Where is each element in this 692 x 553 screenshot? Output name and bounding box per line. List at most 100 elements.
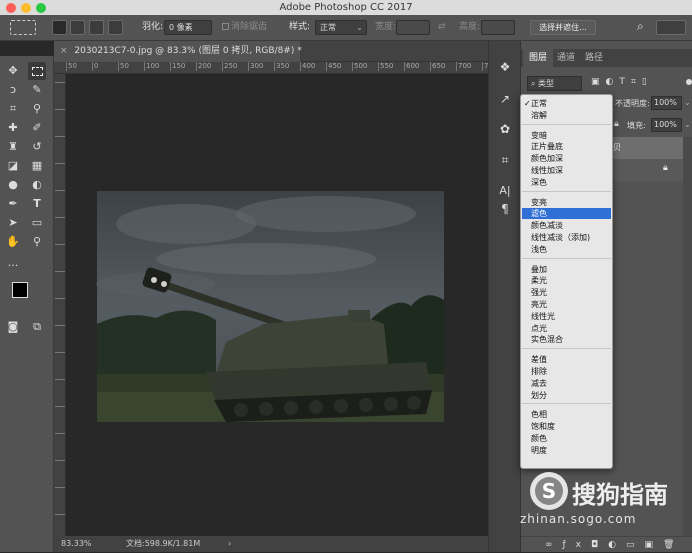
opacity-input[interactable]: 100% — [651, 96, 682, 110]
history-brush-tool-icon[interactable]: ↺ — [28, 138, 46, 156]
close-tab-icon[interactable]: × — [60, 46, 68, 56]
fill-input[interactable]: 100% — [651, 118, 682, 132]
gradient-tool-icon[interactable]: ▦ — [28, 157, 46, 175]
blend-mode-item[interactable]: 颜色 — [531, 433, 547, 444]
blend-mode-item[interactable]: 划分 — [531, 390, 547, 401]
feather-input[interactable]: 0 像素 — [164, 20, 212, 35]
style-select[interactable]: 正常 ⌄ — [315, 20, 367, 35]
crop-tool-icon[interactable]: ⌗ — [4, 100, 22, 118]
select-and-mask-button[interactable]: 选择并遮住... — [530, 20, 596, 35]
close-window-button[interactable] — [6, 3, 16, 13]
eyedropper-tool-icon[interactable]: ⚲ — [28, 100, 46, 118]
blend-mode-item[interactable]: 减去 — [531, 378, 547, 389]
blend-mode-item[interactable]: 颜色加深 — [531, 153, 563, 164]
zoom-window-button[interactable] — [36, 3, 46, 13]
rectangle-tool-icon[interactable]: ▭ — [28, 214, 46, 232]
blend-mode-item[interactable]: 线性加深 — [531, 165, 563, 176]
dodge-tool-icon[interactable]: ◐ — [28, 176, 46, 194]
layer-filter-icons[interactable]: ▣◐T⌗▯ — [591, 77, 653, 87]
blend-mode-item[interactable]: 强光 — [531, 287, 547, 298]
minimize-window-button[interactable] — [21, 3, 31, 13]
blend-mode-item[interactable]: 变暗 — [531, 130, 547, 141]
blend-mode-item[interactable]: 浅色 — [531, 244, 547, 255]
ruler-mark: 100 — [144, 62, 160, 71]
antialias-checkbox[interactable]: 消除锯齿 — [222, 20, 267, 35]
blend-mode-item[interactable]: 明度 — [531, 445, 547, 456]
quick-mask-icon[interactable]: ◙ — [4, 318, 22, 336]
blur-tool-icon[interactable]: ● — [4, 176, 22, 194]
styles-panel-icon[interactable]: ✿ — [497, 121, 513, 137]
blend-mode-item[interactable]: 色相 — [531, 409, 547, 420]
blend-mode-item[interactable]: 叠加 — [531, 264, 547, 275]
marquee-preset-icon[interactable] — [10, 20, 36, 35]
canvas-area[interactable] — [66, 74, 488, 536]
screen-mode-icon[interactable]: ⧉ — [28, 318, 46, 336]
color-panel-icon[interactable]: ❖ — [497, 59, 513, 75]
filter-toggle-icon[interactable] — [686, 79, 692, 85]
status-menu-arrow[interactable]: › — [228, 536, 231, 552]
workspace-switcher[interactable] — [656, 20, 686, 35]
intersect-selection-icon[interactable] — [108, 20, 123, 35]
blend-mode-menu[interactable]: 正常 ✓ 溶解 变暗 正片叠底 颜色加深 线性加深 深色 变亮 滤色 颜色减淡 线性减淡（添加) 浅色叠… — [520, 94, 613, 469]
foreground-color-swatch[interactable] — [12, 282, 28, 298]
opacity-dropdown-icon[interactable]: ⌄ — [684, 98, 691, 107]
blend-mode-item[interactable]: 点光 — [531, 323, 547, 334]
blend-mode-item[interactable]: 线性光 — [531, 311, 555, 322]
quick-selection-tool-icon[interactable]: ✎ — [28, 81, 46, 99]
blend-mode-item[interactable]: 正常 — [531, 98, 547, 109]
move-tool-icon[interactable]: ✥ — [4, 62, 22, 80]
blend-mode-item[interactable]: 实色混合 — [531, 334, 563, 345]
lasso-tool-icon[interactable]: ↄ — [4, 81, 22, 99]
zoom-tool-icon[interactable]: ⚲ — [28, 233, 46, 251]
tab-paths[interactable]: 路径 — [579, 49, 609, 67]
document-tab[interactable]: × 2030213C7-0.jpg @ 83.3% (图层 0 拷贝, RGB/… — [54, 41, 302, 62]
ruler-mark: 550 — [378, 62, 394, 71]
width-input[interactable] — [396, 20, 430, 35]
crop-panel-icon[interactable]: ⌗ — [497, 152, 513, 168]
tab-channels[interactable]: 通道 — [551, 49, 581, 67]
opacity-label: 不透明度: — [615, 99, 650, 108]
blend-mode-item[interactable]: 滤色 — [531, 208, 547, 219]
blend-mode-item[interactable]: 饱和度 — [531, 421, 555, 432]
paragraph-panel-icon[interactable]: ¶ — [497, 201, 513, 217]
fill-dropdown-icon[interactable]: ⌄ — [684, 120, 691, 129]
lock-all-icon[interactable]: 🔒︎ — [614, 119, 619, 129]
search-icon[interactable]: ⌕ — [637, 19, 644, 34]
ruler-tick — [55, 136, 65, 137]
swap-icon[interactable]: ⇄ — [438, 20, 446, 35]
brush-tool-icon[interactable]: ✐ — [28, 119, 46, 137]
layer-filter-select[interactable]: ⌕ 类型 — [527, 76, 582, 91]
clone-stamp-tool-icon[interactable]: ♜ — [4, 138, 22, 156]
horizontal-ruler: 50 0 50 100 150 200 250 300 350 400 450 500 550 600 65… — [54, 62, 549, 74]
layers-footer-icons[interactable]: ∞ƒx◘◐▭▣🗑︎ — [521, 536, 692, 552]
zoom-level[interactable]: 83.33% — [61, 536, 92, 552]
subtract-selection-icon[interactable] — [89, 20, 104, 35]
tab-layers[interactable]: 图层 — [523, 49, 554, 67]
more-tools-icon[interactable]: ··· — [4, 257, 22, 275]
watermark-brand: 搜狗指南 — [572, 481, 668, 509]
add-selection-icon[interactable] — [70, 20, 85, 35]
blend-mode-item[interactable]: 变亮 — [531, 197, 547, 208]
type-tool-icon[interactable]: T — [28, 195, 46, 213]
character-panel-icon[interactable]: A| — [497, 183, 513, 199]
blend-mode-item[interactable]: 柔光 — [531, 275, 547, 286]
hand-tool-icon[interactable]: ✋ — [4, 233, 22, 251]
path-selection-tool-icon[interactable]: ➤ — [4, 214, 22, 232]
new-selection-icon[interactable] — [52, 20, 67, 35]
pen-tool-icon[interactable]: ✒ — [4, 195, 22, 213]
ruler-mark: 200 — [196, 62, 212, 71]
adjustments-panel-icon[interactable]: ↗ — [497, 91, 513, 107]
blend-mode-item[interactable]: 线性减淡（添加) — [531, 232, 590, 243]
blend-mode-item[interactable]: 排除 — [531, 366, 547, 377]
ruler-mark: 350 — [274, 62, 290, 71]
rectangular-marquee-tool-icon[interactable] — [28, 62, 46, 80]
healing-brush-tool-icon[interactable]: ✚ — [4, 119, 22, 137]
blend-mode-item[interactable]: 溶解 — [531, 110, 547, 121]
blend-mode-item[interactable]: 深色 — [531, 177, 547, 188]
blend-mode-item[interactable]: 差值 — [531, 354, 547, 365]
eraser-tool-icon[interactable]: ◪ — [4, 157, 22, 175]
blend-mode-item[interactable]: 颜色减淡 — [531, 220, 563, 231]
height-input[interactable] — [481, 20, 515, 35]
blend-mode-item[interactable]: 亮光 — [531, 299, 547, 310]
blend-mode-item[interactable]: 正片叠底 — [531, 141, 563, 152]
